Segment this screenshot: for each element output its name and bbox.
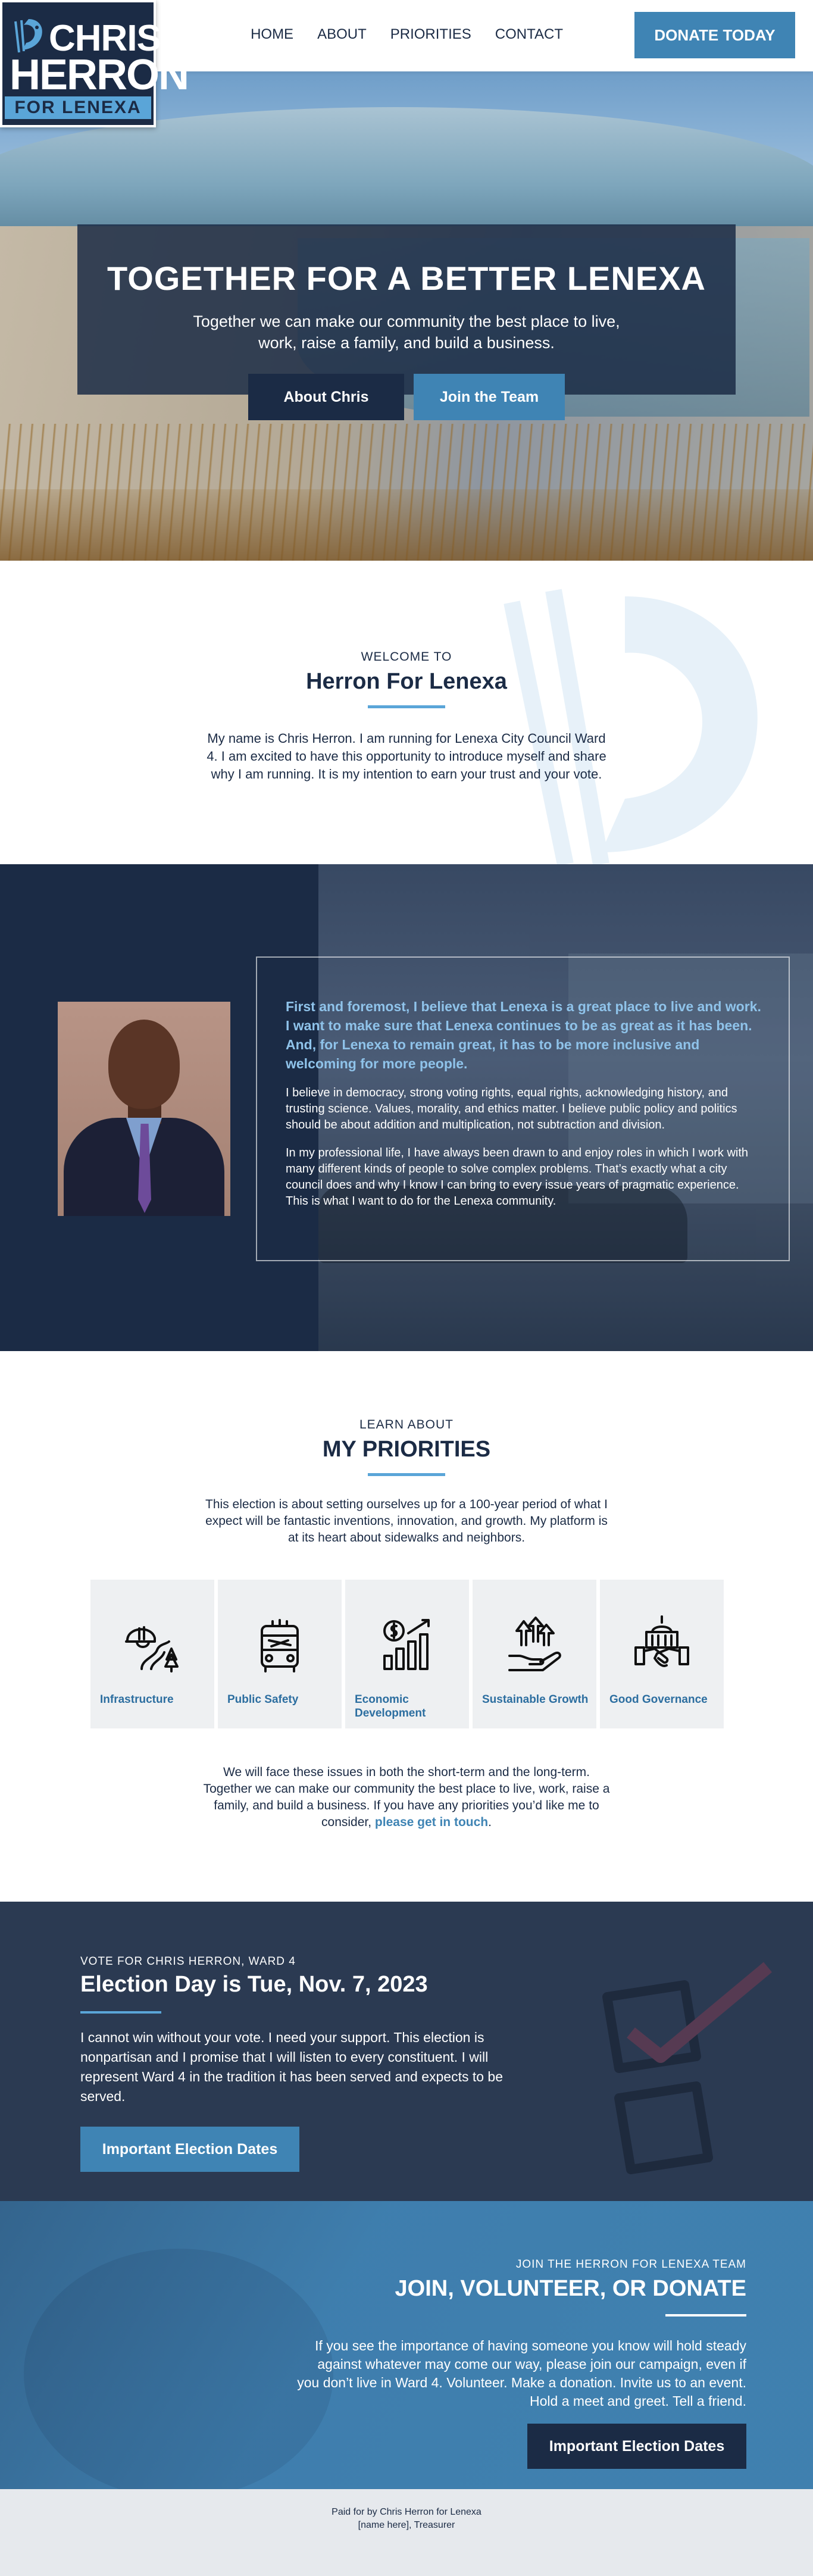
welcome-section: WELCOME TO Herron For Lenexa My name is … [0,561,813,864]
welcome-text: My name is Chris Herron. I am running fo… [207,731,606,781]
join-team-button[interactable]: Join the Team [414,374,565,420]
priorities-title: MY PRIORITIES [322,1437,491,1462]
priorities-divider [368,1473,445,1476]
join-text: If you see the importance of having some… [297,2338,746,2409]
portrait-head [108,1020,180,1109]
infrastructure-icon [125,1626,179,1672]
priority-label-economic-development: Economic Development [355,1693,426,1720]
main-nav: HOME ABOUT PRIORITIES CONTACT [251,24,563,45]
donate-button[interactable]: DONATE TODAY [634,12,795,58]
election-title: Election Day is Tue, Nov. 7, 2023 [80,1972,428,1997]
priorities-eyebrow: LEARN ABOUT [359,1418,454,1431]
priorities-intro: This election is about setting ourselves… [205,1498,608,1545]
hero-subtitle: Together we can make our community the b… [193,312,620,352]
join-divider [665,2314,746,2316]
join-election-dates-button[interactable]: Important Election Dates [527,2424,746,2469]
nav-contact[interactable]: CONTACT [495,24,563,45]
ballot-checkbox-icon [602,1962,773,2174]
priority-label-good-governance: Good Governance [609,1693,708,1706]
hero-banner: TOGETHER FOR A BETTER LENEXA Together we… [77,224,736,395]
about-chris-button[interactable]: About Chris [248,374,404,420]
site-footer: Paid for by Chris Herron for Lenexa [nam… [0,2489,813,2576]
beliefs-lead: First and foremost, I believe that Lenex… [286,999,761,1071]
hero-grass-shade [0,489,813,561]
beliefs-text: First and foremost, I believe that Lenex… [286,997,762,1209]
growth-chart-icon [383,1619,430,1670]
priority-card-economic-development[interactable]: Economic Development [345,1580,469,1728]
election-text: I cannot win without your vote. I need y… [80,2030,504,2104]
priority-card-sustainable-growth[interactable]: Sustainable Growth [473,1580,596,1728]
hand-arrows-icon [508,1617,561,1671]
priority-label-infrastructure: Infrastructure [100,1693,174,1706]
site-logo[interactable]: CHRIS HERRON FOR LENEXA [0,0,189,127]
priority-card-public-safety[interactable]: Public Safety [218,1580,342,1728]
election-eyebrow: VOTE FOR CHRIS HERRON, WARD 4 [80,1955,296,1968]
get-in-touch-link[interactable]: please get in touch [375,1815,488,1829]
fire-truck-icon [261,1619,299,1672]
logo-tagline: FOR LENEXA [5,96,151,119]
nav-priorities[interactable]: PRIORITIES [390,24,471,45]
priorities-section: LEARN ABOUT MY PRIORITIES This election … [0,1351,813,1902]
priorities-outro-end: . [488,1815,492,1829]
hero-title: TOGETHER FOR A BETTER LENEXA [107,260,706,297]
priority-label-public-safety: Public Safety [227,1693,299,1706]
priorities-outro: We will face these issues in both the sh… [198,1764,615,1831]
beliefs-paragraph-1: I believe in democracy, strong voting ri… [286,1086,737,1131]
beliefs-paragraph-2: In my professional life, I have always b… [286,1146,749,1208]
candidate-portrait [58,1002,230,1216]
hero-buttons: About Chris Join the Team [0,374,813,420]
welcome-divider [368,705,445,708]
election-section: VOTE FOR CHRIS HERRON, WARD 4 Election D… [0,1902,813,2201]
nav-home[interactable]: HOME [251,24,293,45]
join-eyebrow: JOIN THE HERRON FOR LENEXA TEAM [515,2258,746,2271]
site-header: CHRIS HERRON FOR LENEXA HOME ABOUT PRIOR… [0,0,813,127]
footer-paid-for: Paid for by Chris Herron for Lenexa [332,2507,481,2517]
beliefs-box: First and foremost, I believe that Lenex… [256,956,790,1261]
about-section: First and foremost, I believe that Lenex… [0,864,813,1351]
priority-card-good-governance[interactable]: Good Governance [600,1580,724,1728]
join-title: JOIN, VOLUNTEER, OR DONATE [395,2276,746,2301]
priority-card-infrastructure[interactable]: Infrastructure [90,1580,214,1728]
join-section: JOIN THE HERRON FOR LENEXA TEAM JOIN, VO… [0,2201,813,2489]
priority-label-sustainable-growth: Sustainable Growth [482,1693,589,1706]
election-dates-button[interactable]: Important Election Dates [80,2127,299,2172]
footer-treasurer: [name here], Treasurer [358,2520,455,2530]
priority-cards: Infrastructure Public Safety Economic De… [90,1580,724,1728]
hero-section: TOGETHER FOR A BETTER LENEXA Together we… [0,71,813,561]
heron-watermark-icon [504,589,758,864]
capitol-handshake-icon [634,1615,689,1667]
nav-about[interactable]: ABOUT [317,24,367,45]
logo-last-name: HERRON [10,51,189,99]
election-divider [80,2011,161,2014]
